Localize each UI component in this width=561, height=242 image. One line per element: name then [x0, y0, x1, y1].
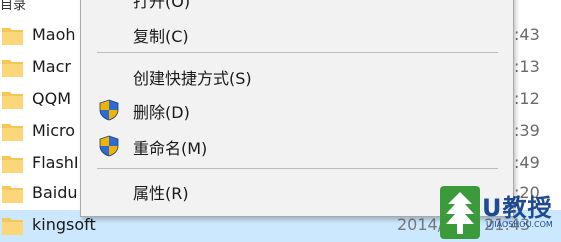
folder-icon: [2, 92, 23, 109]
file-time: :13: [514, 57, 540, 76]
folder-icon: [2, 218, 23, 235]
menu-item-create-shortcut[interactable]: 创建快捷方式(S): [81, 58, 513, 92]
folder-icon: [2, 156, 23, 173]
file-name: QQM: [32, 89, 71, 108]
file-name: Maoh: [32, 25, 76, 44]
folder-icon: [2, 186, 23, 203]
file-name: Micro: [32, 121, 76, 140]
menu-item-delete[interactable]: 删除(D): [81, 92, 513, 126]
menu-item-label: 创建快捷方式(S): [133, 69, 252, 88]
menu-item-rename[interactable]: 重命名(M): [81, 128, 513, 162]
folder-icon: [2, 28, 23, 45]
tree-logo-icon: [440, 186, 480, 239]
menu-separator: [97, 52, 498, 53]
menu-separator: [97, 168, 498, 169]
file-name: FlashI: [32, 153, 79, 172]
watermark-word: U教授: [482, 194, 553, 222]
file-time: :49: [514, 153, 540, 172]
watermark-logo: U教授 UJIAOSHOU.COM: [438, 184, 561, 241]
menu-item-label: 删除(D): [133, 103, 190, 122]
menu-item-copy[interactable]: 复制(C): [81, 16, 513, 50]
folder-icon: [2, 60, 23, 77]
menu-item-label: 属性(R): [133, 184, 189, 203]
file-time: :43: [514, 25, 540, 44]
menu-item-label: 打开(O): [133, 0, 191, 11]
file-time: :12: [514, 89, 540, 108]
file-name: Baidu: [32, 183, 78, 202]
uac-shield-icon: [99, 135, 119, 157]
menu-item-label: 复制(C): [133, 27, 189, 46]
file-name: Macr: [32, 57, 71, 76]
menu-item-label: 重命名(M): [133, 139, 208, 158]
watermark-url: UJIAOSHOU.COM: [486, 220, 553, 229]
column-header-partial: 目录: [0, 0, 27, 13]
file-time: :39: [514, 121, 540, 140]
file-name: kingsoft: [32, 215, 96, 234]
folder-icon: [2, 124, 23, 141]
uac-shield-icon: [99, 99, 119, 121]
